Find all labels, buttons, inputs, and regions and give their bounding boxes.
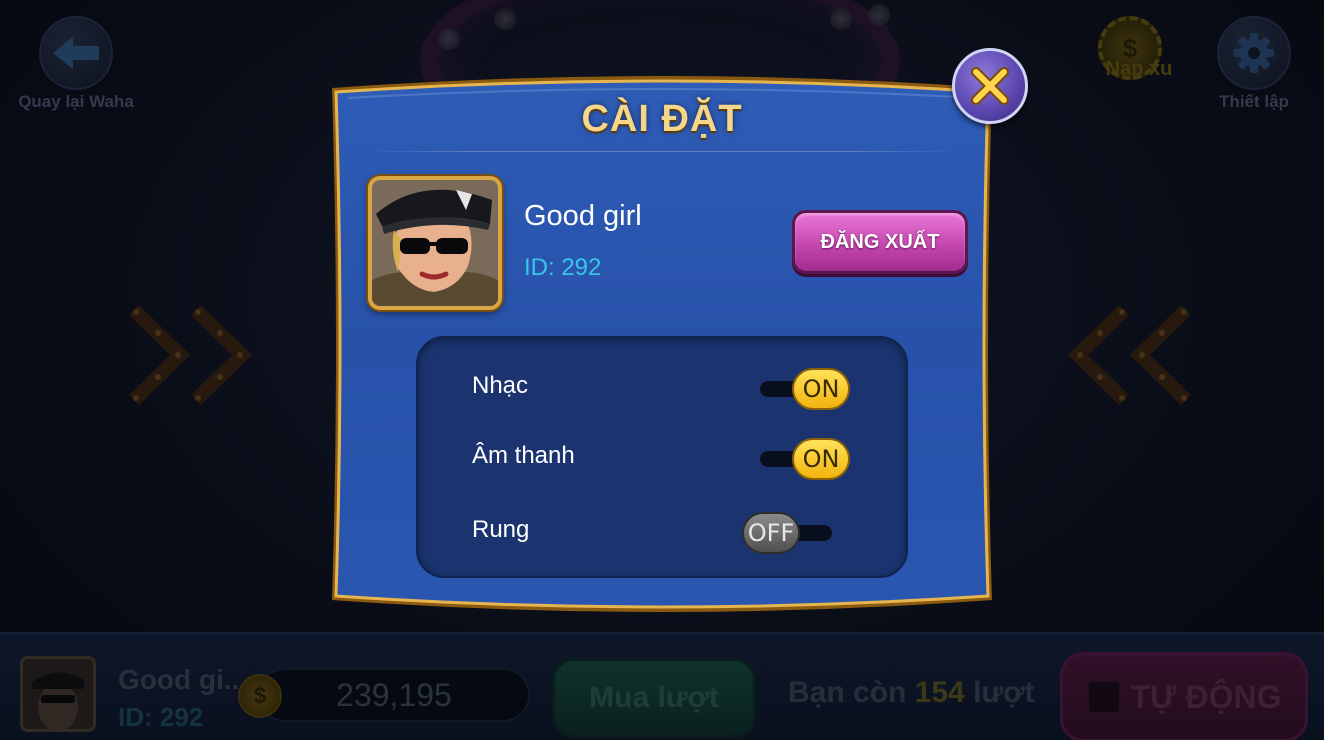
close-icon [971,67,1009,105]
logout-button[interactable]: ĐĂNG XUẤT [792,210,968,274]
dialog-title: CÀI ĐẶT [581,98,743,140]
sound-toggle[interactable]: ON [748,438,858,480]
vibrate-toggle[interactable]: OFF [742,512,852,554]
setting-row-music: Nhạc ON [418,364,910,414]
user-id: ID: 292 [524,254,602,281]
music-toggle-state: ON [792,368,850,410]
setting-label-music: Nhạc [472,372,529,399]
title-divider [364,151,960,152]
setting-row-vibrate: Rung OFF [418,508,910,558]
music-toggle[interactable]: ON [748,368,858,410]
user-name: Good girl [524,200,642,232]
close-button[interactable] [952,48,1028,124]
settings-panel: Nhạc ON Âm thanh ON Rung OFF [416,336,908,578]
settings-dialog: CÀI ĐẶT Good girl ID: 292 ĐĂNG XUẤT Nhạc [328,48,1028,620]
sound-toggle-state: ON [792,438,850,480]
setting-row-sound: Âm thanh ON [418,434,910,484]
avatar [368,176,502,310]
setting-label-vibrate: Rung [472,516,530,543]
setting-label-sound: Âm thanh [472,442,575,469]
vibrate-toggle-state: OFF [742,512,800,554]
